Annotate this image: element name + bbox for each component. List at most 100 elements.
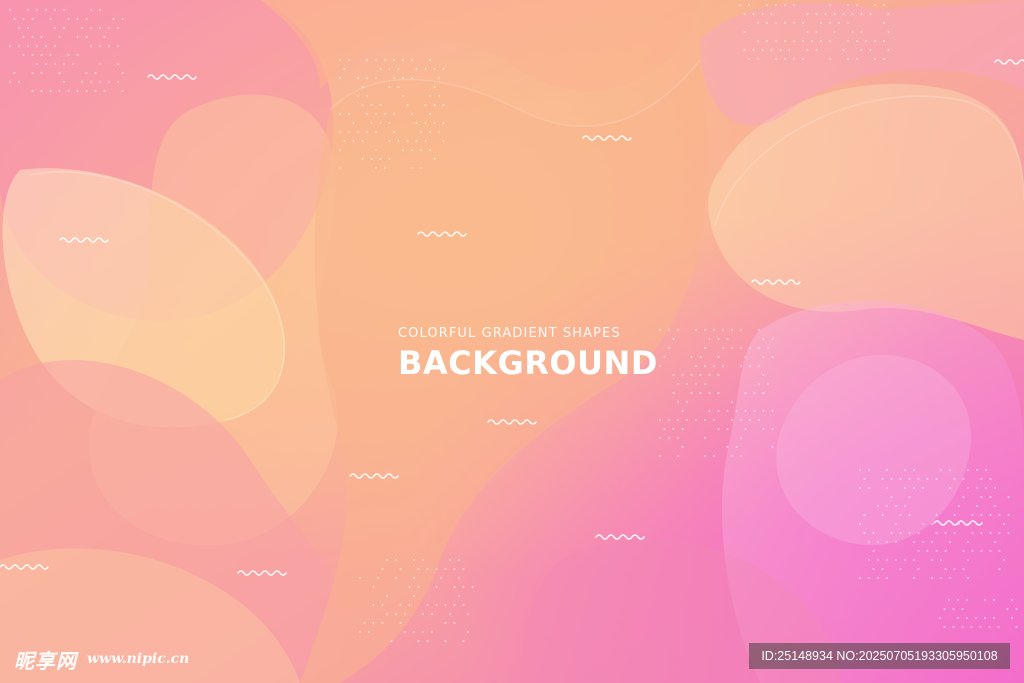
decor-dot <box>717 356 720 358</box>
decor-dot <box>458 595 460 597</box>
decor-dot <box>766 22 768 24</box>
decor-dot <box>99 63 101 65</box>
decor-dot <box>829 58 831 60</box>
decor-dot <box>411 167 413 169</box>
decor-dot <box>949 487 951 489</box>
decor-dot <box>815 49 818 51</box>
decor-dot <box>393 113 395 115</box>
decor-dot <box>420 131 422 133</box>
decor-dot <box>422 613 424 615</box>
decor-dot <box>343 140 346 142</box>
decor-dot <box>761 13 764 15</box>
decor-dot <box>940 577 942 579</box>
decor-dot <box>94 72 97 74</box>
decor-dot <box>121 72 124 74</box>
decor-dot <box>872 550 875 552</box>
decor-dot <box>771 356 774 358</box>
decor-dot <box>744 392 747 394</box>
decor-dot <box>847 22 849 24</box>
watermark-logo: 昵享网 www.nipic.cn <box>14 644 189 674</box>
decor-dot <box>953 532 956 534</box>
decor-dot <box>22 18 25 20</box>
decor-dot <box>869 49 872 51</box>
decor-dot <box>438 95 440 97</box>
decor-dot <box>40 54 43 56</box>
decor-dot <box>424 68 427 70</box>
decor-dot <box>440 577 442 579</box>
decor-dot <box>444 568 447 570</box>
decor-dot <box>895 541 897 543</box>
decor-dot <box>370 158 373 160</box>
decor-dot <box>112 18 115 20</box>
decor-dot <box>357 95 359 97</box>
decor-dot <box>31 90 34 92</box>
decor-dot <box>793 58 795 60</box>
decor-dot <box>784 40 786 42</box>
decor-dot <box>984 617 986 619</box>
decor-dot <box>735 446 738 448</box>
decor-dot <box>770 49 773 51</box>
decor-dot <box>740 365 742 367</box>
decor-dot <box>976 487 978 489</box>
decor-dot <box>435 604 438 606</box>
decor-dot <box>63 27 65 29</box>
decor-dot <box>453 604 456 606</box>
decor-dot <box>922 487 924 489</box>
decor-dot <box>762 338 765 340</box>
decor-dot <box>370 122 373 124</box>
decor-dot <box>743 49 746 51</box>
decor-dot <box>49 54 52 56</box>
decor-dot <box>961 608 964 610</box>
decor-dot <box>681 374 684 376</box>
decor-dot <box>997 626 1000 628</box>
decor-dot <box>962 568 965 570</box>
decor-dot <box>1007 496 1010 498</box>
decor-dot <box>458 577 460 579</box>
decor-dot <box>449 559 451 561</box>
decor-dot <box>399 568 402 570</box>
decor-dot <box>731 455 733 457</box>
decor-dot <box>784 22 786 24</box>
decor-dot <box>881 568 884 570</box>
decor-dot <box>908 478 911 480</box>
decor-dot <box>802 22 804 24</box>
decor-dot <box>748 4 750 6</box>
decor-dot <box>971 532 974 534</box>
decor-dot <box>366 113 368 115</box>
decor-dot <box>1011 599 1013 601</box>
decor-dot <box>375 167 377 169</box>
decor-dot <box>767 383 769 385</box>
decor-dot <box>886 505 888 507</box>
decor-dot <box>868 487 870 489</box>
decor-dot <box>695 329 697 331</box>
decor-dot <box>970 626 973 628</box>
decor-dot <box>922 523 924 525</box>
decor-dot <box>758 347 760 349</box>
decor-dot <box>686 419 688 421</box>
decor-dot <box>757 58 759 60</box>
decor-dot <box>859 469 861 471</box>
decor-dot <box>366 131 368 133</box>
decor-dot <box>944 532 947 534</box>
decor-dot <box>860 31 863 33</box>
decor-dot <box>740 347 742 349</box>
decor-dot <box>749 347 751 349</box>
decor-dot <box>731 347 733 349</box>
decor-dot <box>856 4 858 6</box>
decor-dot <box>63 63 65 65</box>
decor-dot <box>379 104 382 106</box>
decor-dot <box>36 63 38 65</box>
decor-dot <box>13 18 16 20</box>
decor-dot <box>820 40 822 42</box>
decor-dot <box>713 329 715 331</box>
decor-dot <box>735 410 738 412</box>
decor-dot <box>90 45 92 47</box>
decor-dot <box>766 4 768 6</box>
decor-dot <box>381 604 384 606</box>
decor-dot <box>829 4 831 6</box>
decor-dot <box>899 514 902 516</box>
decor-dot <box>868 559 870 561</box>
decor-dot <box>740 329 742 331</box>
decor-dot <box>352 140 355 142</box>
decor-dot <box>108 27 110 29</box>
